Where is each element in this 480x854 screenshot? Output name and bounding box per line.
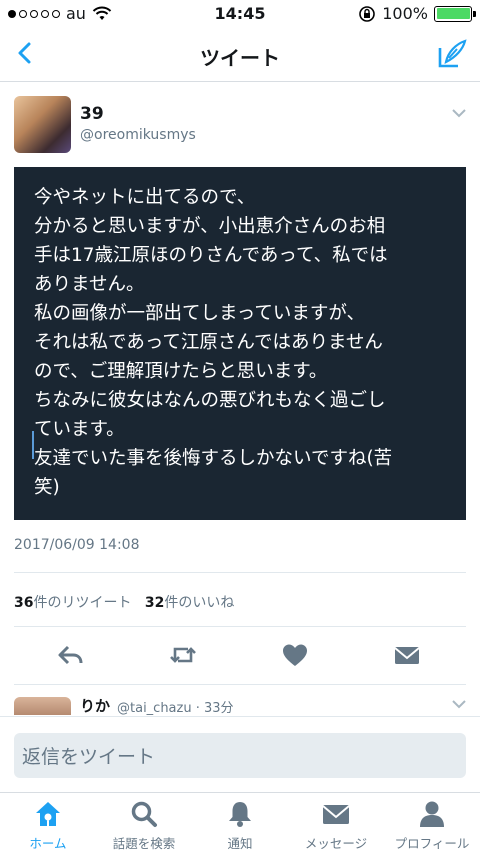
image-text-line: 分かると思いますが、小出恵介さんのお相	[34, 216, 386, 237]
author-avatar[interactable]	[14, 96, 71, 153]
retweet-count: 36	[14, 595, 34, 611]
image-text-line: 笑)	[34, 477, 60, 498]
image-text-line: ので、ご理解頂けたらと思います。	[34, 361, 328, 382]
reply-avatar[interactable]	[14, 697, 71, 715]
author-display-name[interactable]: 39	[80, 104, 104, 124]
retweet-button[interactable]	[168, 640, 198, 670]
tab-label: メッセージ	[304, 836, 368, 851]
tab-label: 通知	[227, 836, 253, 851]
tab-notifications[interactable]: 通知	[192, 799, 288, 853]
reply-preview[interactable]: りか @tai_chazu · 33分	[14, 693, 466, 715]
person-icon	[420, 801, 444, 827]
tweet-author: 39 @oreomikusmys	[14, 96, 466, 156]
status-right: 100%	[358, 4, 476, 23]
reply-author-handle[interactable]: @tai_chazu · 33分	[117, 697, 234, 715]
image-text-line: ありません。	[34, 274, 145, 295]
like-label: 件のいいね	[164, 595, 235, 611]
rotation-lock-icon	[359, 5, 376, 22]
tab-bar: ホーム 話題を検索 通知 メッセージ プロフィール	[0, 792, 480, 854]
reply-bar: 返信をツイート	[0, 716, 480, 790]
status-bar: au 14:45 100%	[0, 0, 480, 28]
bell-icon	[229, 802, 251, 827]
reply-input[interactable]: 返信をツイート	[14, 733, 466, 778]
like-count: 32	[144, 595, 165, 611]
chevron-down-icon[interactable]	[452, 699, 466, 709]
tab-label: プロフィール	[394, 836, 470, 851]
chevron-down-icon[interactable]	[452, 108, 466, 118]
like-stat[interactable]: 32件のいいね	[145, 595, 234, 611]
tab-home[interactable]: ホーム	[0, 799, 96, 853]
navigation-bar: ツイート	[0, 28, 480, 82]
tweet-actions	[0, 640, 480, 672]
image-text-line: 友達でいた事を後悔するしかないですね(苦	[34, 448, 393, 469]
image-text-line: 私の画像が一部出てしまっていますが、	[34, 303, 365, 324]
tweet-timestamp: 2017/06/09 14:08	[14, 537, 140, 553]
tab-profile[interactable]: プロフィール	[384, 799, 480, 853]
home-icon	[36, 802, 60, 826]
reply-button[interactable]	[56, 640, 86, 670]
tab-messages[interactable]: メッセージ	[288, 799, 384, 853]
direct-message-button[interactable]	[392, 640, 422, 670]
compose-tweet-button[interactable]	[436, 38, 468, 70]
reply-author-name[interactable]: りか	[80, 695, 110, 715]
retweet-stat[interactable]: 36件のリツイート	[14, 595, 131, 611]
image-text-line: 今やネットに出てるので、	[34, 187, 256, 208]
tab-label: 話題を検索	[112, 836, 176, 851]
tweet-stats: 36件のリツイート 32件のいいね	[14, 592, 234, 612]
author-handle[interactable]: @oreomikusmys	[80, 127, 196, 143]
tab-label: ホーム	[29, 836, 67, 851]
mail-icon	[322, 805, 350, 824]
search-icon	[131, 801, 157, 827]
tab-explore[interactable]: 話題を検索	[96, 799, 192, 853]
image-text-line: 手は17歳江原ほのりさんであって、私では	[34, 245, 388, 266]
page-title: ツイート	[200, 46, 280, 70]
battery-icon	[434, 5, 476, 22]
tweet-image[interactable]: 今やネットに出てるので、 分かると思いますが、小出恵介さんのお相 手は17歳江原…	[14, 167, 466, 520]
battery-percent: 100%	[382, 4, 428, 23]
like-button[interactable]	[280, 640, 310, 670]
divider	[14, 572, 466, 573]
divider	[14, 626, 466, 627]
image-text-line: ちなみに彼女はなんの悪びれもなく過ごし	[34, 390, 386, 411]
image-text-line: ています。	[34, 419, 125, 440]
text-cursor	[32, 431, 34, 459]
image-text-line: それは私であって江原さんではありません	[34, 332, 383, 353]
retweet-label: 件のリツイート	[33, 595, 132, 611]
divider	[14, 684, 466, 685]
